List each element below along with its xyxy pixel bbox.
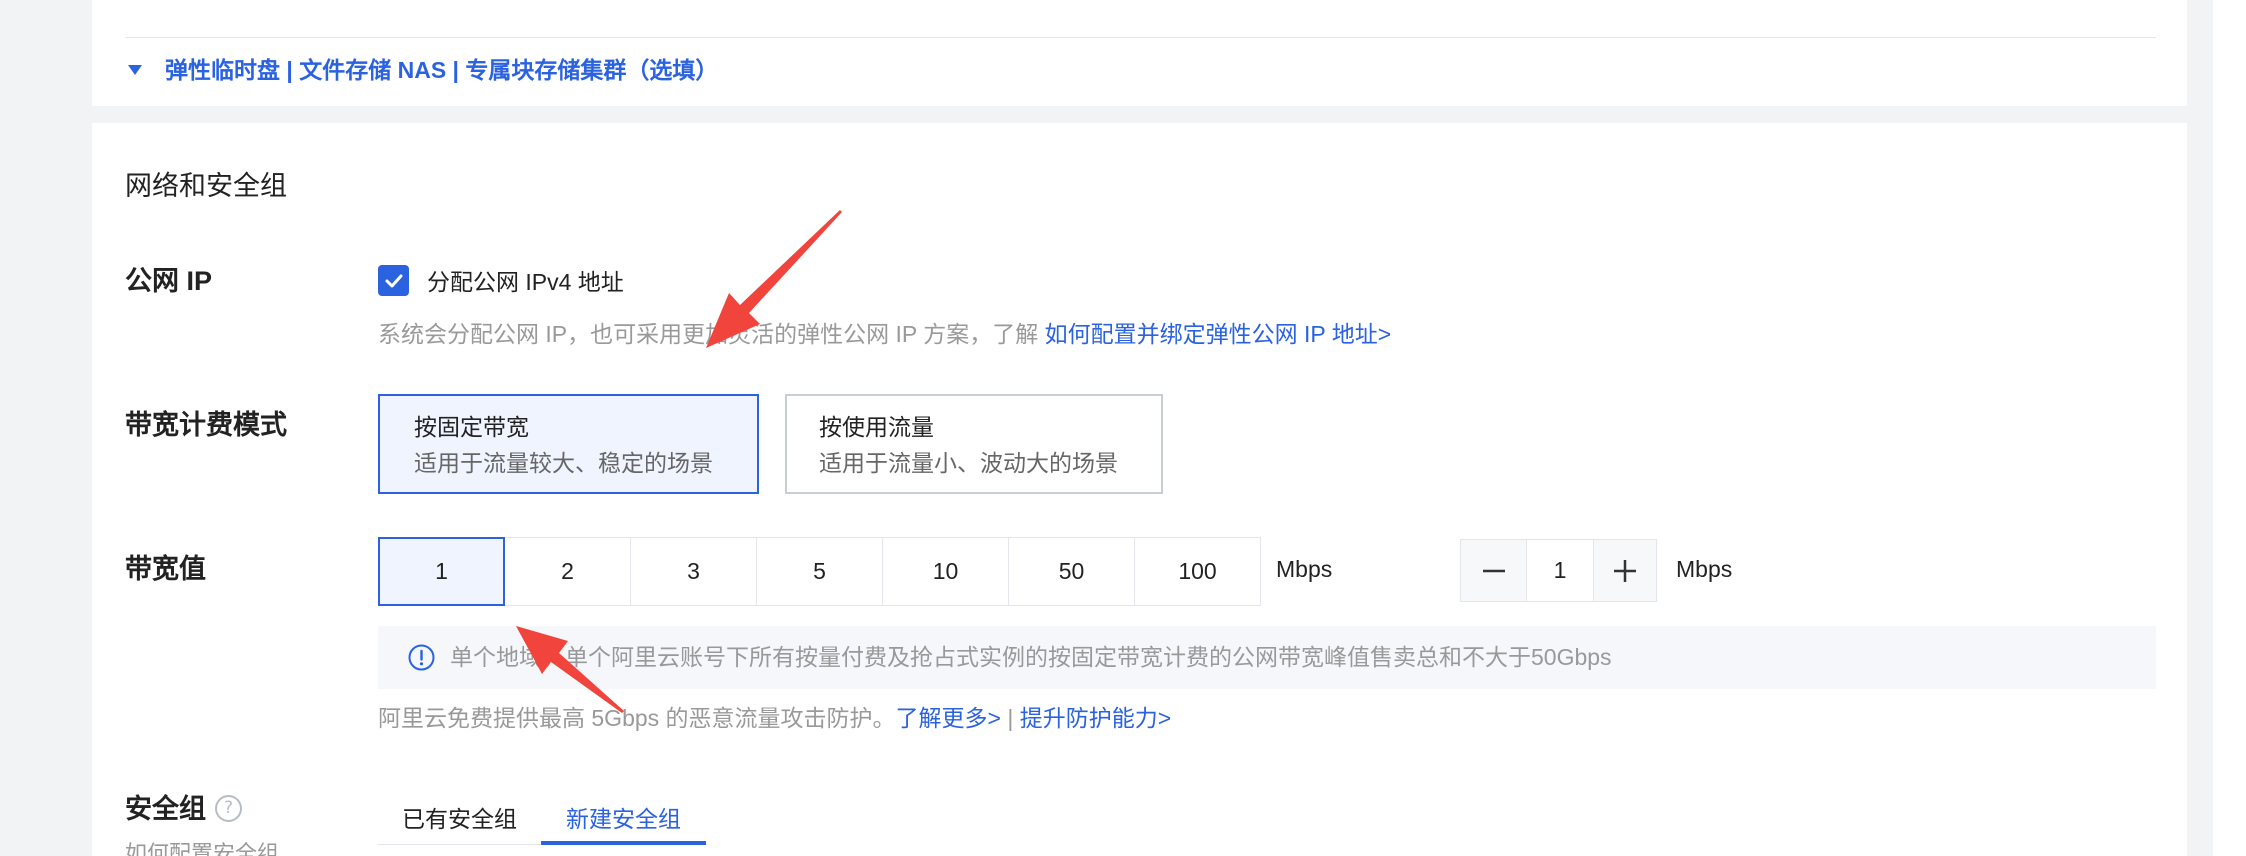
bandwidth-preset-button[interactable]: 5 <box>756 537 883 606</box>
public-ip-help: 系统会分配公网 IP，也可采用更加灵活的弹性公网 IP 方案，了解 如何配置并绑… <box>378 318 1391 350</box>
tab-existing-security-group[interactable]: 已有安全组 <box>378 790 541 844</box>
billing-option-desc: 适用于流量较大、稳定的场景 <box>414 450 713 476</box>
ddos-protection-text: 阿里云免费提供最高 5Gbps 的恶意流量攻击防护。 <box>378 705 896 731</box>
billing-option-title: 按使用流量 <box>819 414 934 440</box>
check-icon <box>385 274 402 287</box>
section-title: 网络和安全组 <box>125 171 287 201</box>
bandwidth-preset-button[interactable]: 50 <box>1008 537 1135 606</box>
bandwidth-preset-button[interactable]: 3 <box>630 537 757 606</box>
bandwidth-unit: Mbps <box>1276 556 1333 582</box>
question-icon[interactable] <box>215 795 242 822</box>
security-group-help-link[interactable]: 如何配置安全组 <box>125 838 279 856</box>
caret-down-icon[interactable] <box>128 65 142 75</box>
bandwidth-preset-button[interactable]: 1 <box>378 537 505 606</box>
upgrade-protection-link[interactable]: 提升防护能力> <box>1020 705 1171 731</box>
billing-mode-label: 带宽计费模式 <box>125 410 287 440</box>
page: 弹性临时盘 | 文件存储 NAS | 专属块存储集群（选填） 网络和安全组 公网… <box>0 0 2246 856</box>
info-icon <box>408 644 435 671</box>
plus-icon <box>1614 559 1636 582</box>
bandwidth-label: 带宽值 <box>125 554 206 584</box>
bandwidth-preset-button[interactable]: 2 <box>504 537 631 606</box>
public-ip-checkbox-label[interactable]: 分配公网 IPv4 地址 <box>427 266 624 298</box>
bandwidth-notice-text: 单个地域，单个阿里云账号下所有按量付费及抢占式实例的按固定带宽计费的公网带宽峰值… <box>450 644 1612 670</box>
public-ip-checkbox[interactable] <box>378 265 409 296</box>
bandwidth-stepper: 1 <box>1460 539 1657 602</box>
tab-new-security-group[interactable]: 新建安全组 <box>541 790 706 845</box>
storage-panel <box>92 0 2187 106</box>
bandwidth-preset-button[interactable]: 10 <box>882 537 1009 606</box>
divider <box>125 37 2156 38</box>
stepper-unit: Mbps <box>1676 556 1733 582</box>
security-group-tabs: 已有安全组 新建安全组 <box>378 790 706 845</box>
billing-option-desc: 适用于流量小、波动大的场景 <box>819 450 1118 476</box>
stepper-increment-button[interactable] <box>1593 540 1656 601</box>
storage-collapse-toggle[interactable]: 弹性临时盘 | 文件存储 NAS | 专属块存储集群（选填） <box>165 54 718 86</box>
security-group-label: 安全组 <box>125 794 206 824</box>
eip-config-link[interactable]: 如何配置并绑定弹性公网 IP 地址> <box>1045 321 1392 347</box>
billing-option-fixed[interactable]: 按固定带宽 适用于流量较大、稳定的场景 <box>378 394 759 494</box>
side-summary-panel <box>2213 0 2246 856</box>
link-separator: | <box>1000 705 1020 731</box>
public-ip-label: 公网 IP <box>125 266 213 296</box>
minus-icon <box>1482 569 1505 572</box>
stepper-value-input[interactable]: 1 <box>1527 540 1593 601</box>
bandwidth-preset-button[interactable]: 100 <box>1134 537 1261 606</box>
stepper-decrement-button[interactable] <box>1461 540 1527 601</box>
billing-option-title: 按固定带宽 <box>414 414 529 440</box>
billing-option-traffic[interactable]: 按使用流量 适用于流量小、波动大的场景 <box>785 394 1163 494</box>
public-ip-help-text: 系统会分配公网 IP，也可采用更加灵活的弹性公网 IP 方案，了解 <box>378 321 1045 347</box>
ddos-protection-line: 阿里云免费提供最高 5Gbps 的恶意流量攻击防护。了解更多> | 提升防护能力… <box>378 702 1171 734</box>
learn-more-link[interactable]: 了解更多> <box>896 705 1001 731</box>
bandwidth-presets: 1 2 3 5 10 50 100 <box>378 537 1261 606</box>
